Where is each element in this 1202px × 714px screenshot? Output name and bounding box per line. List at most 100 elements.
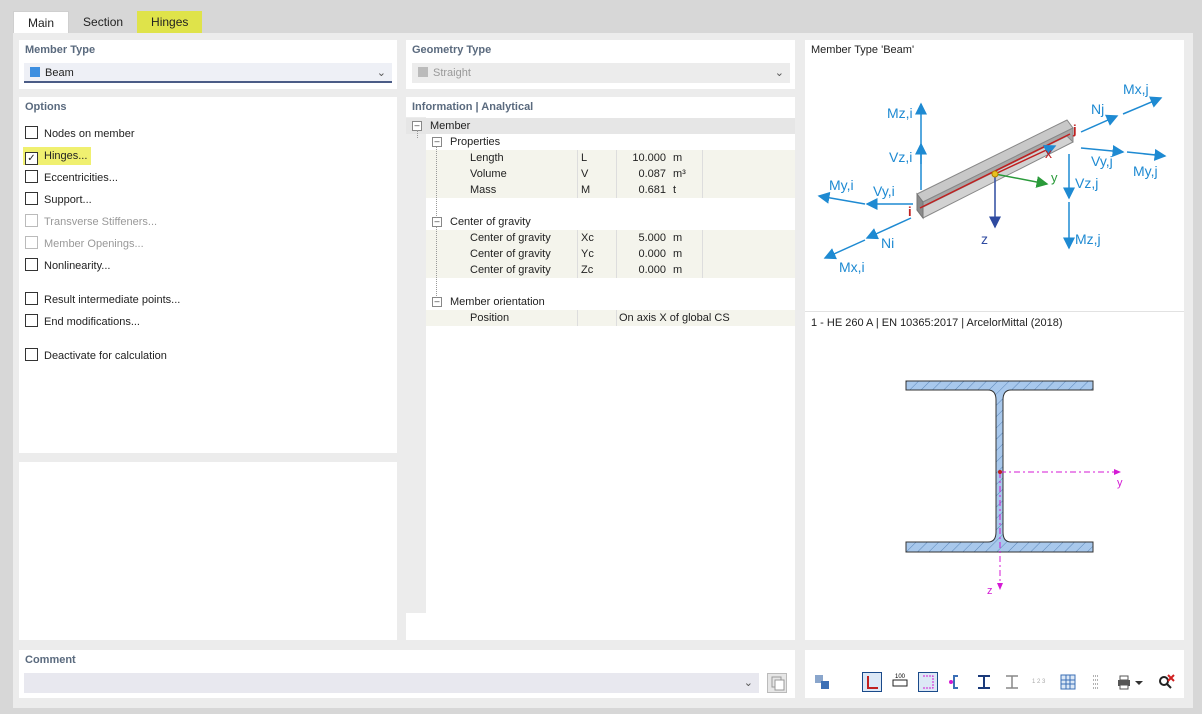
comment-title: Comment — [25, 654, 76, 666]
option-end-modifications[interactable]: End modifications... — [25, 313, 140, 331]
prop-value: 10.000 — [632, 152, 666, 164]
geometry-type-panel: Geometry Type Straight ⌄ — [406, 40, 795, 89]
collapse-icon[interactable]: – — [432, 137, 442, 147]
dimensions-icon[interactable]: 100 — [890, 672, 910, 692]
tab-main[interactable]: Main — [13, 11, 70, 34]
numbering-icon[interactable]: 1 2 3 — [1030, 672, 1050, 692]
option-eccentricities[interactable]: Eccentricities... — [25, 169, 118, 187]
checkbox — [25, 236, 38, 249]
section-outline-icon[interactable] — [862, 672, 882, 692]
prop-symbol: V — [581, 168, 589, 180]
prop-value: 0.000 — [638, 248, 666, 260]
tree-root-label: Member — [430, 120, 471, 132]
close-search-icon[interactable] — [1156, 672, 1176, 692]
grid-icon[interactable] — [1058, 672, 1078, 692]
option-label: Result intermediate points... — [44, 294, 181, 306]
prop-value: 0.000 — [638, 264, 666, 276]
hinge-detail-panel — [19, 462, 397, 640]
checkbox[interactable] — [25, 170, 38, 183]
cross-section-drawing: y z — [905, 380, 1123, 597]
tab-section[interactable]: Section — [69, 11, 137, 33]
axes-icon[interactable] — [918, 672, 938, 692]
y-axis-label: y — [1051, 170, 1058, 185]
section-z-label: z — [987, 585, 993, 597]
checkbox[interactable] — [25, 314, 38, 327]
list-icon[interactable] — [1086, 672, 1106, 692]
vzi-label: Vz,i — [889, 149, 912, 165]
vzj-label: Vz,j — [1075, 175, 1098, 191]
option-nonlinearity[interactable]: Nonlinearity... — [25, 257, 110, 275]
checkbox-checked[interactable]: ✓ — [25, 152, 38, 165]
mzj-label: Mz,j — [1075, 231, 1101, 247]
prop-symbol: M — [581, 184, 591, 196]
prop-name: Length — [470, 152, 504, 164]
member-type-panel: Member Type Beam ⌄ — [19, 40, 397, 89]
option-hinges[interactable]: ✓ Hinges... — [23, 147, 92, 165]
collapse-icon[interactable]: – — [432, 217, 442, 227]
tab-bar: Main Section Hinges — [13, 11, 203, 34]
checkbox[interactable] — [25, 258, 38, 271]
prop-symbol: Zc — [581, 264, 594, 276]
chevron-down-icon: ⌄ — [774, 67, 784, 79]
geometry-type-select[interactable]: Straight ⌄ — [412, 63, 790, 83]
option-label: Member Openings... — [44, 238, 144, 250]
collapse-icon[interactable]: – — [432, 297, 442, 307]
prop-unit: t — [673, 184, 677, 196]
checkbox[interactable] — [25, 192, 38, 205]
group-center-of-gravity: Center of gravity — [450, 216, 531, 228]
prop-name: Center of gravity — [470, 264, 551, 276]
centroid-icon[interactable] — [946, 672, 966, 692]
info-title: Information | Analytical — [412, 101, 534, 113]
option-result-intermediate-points[interactable]: Result intermediate points... — [25, 291, 180, 309]
options-panel: Options Nodes on member ✓ Hinges... Eccen… — [19, 97, 397, 453]
prop-unit: m — [673, 152, 683, 164]
checkbox[interactable] — [25, 348, 38, 361]
option-transverse-stiffeners: Transverse Stiffeners... — [25, 213, 157, 231]
col-divider — [616, 310, 617, 326]
prop-unit: m — [673, 232, 683, 244]
prop-name: Center of gravity — [470, 248, 551, 260]
option-nodes-on-member[interactable]: Nodes on member — [25, 125, 135, 143]
member-type-select[interactable]: Beam ⌄ — [24, 63, 392, 83]
col-divider — [577, 150, 578, 198]
member-type-value: Beam — [45, 67, 74, 79]
myj-label: My,j — [1133, 163, 1158, 179]
checkbox[interactable] — [25, 292, 38, 305]
group-properties: Properties — [450, 136, 501, 148]
i-section-outline-icon[interactable] — [1002, 672, 1022, 692]
z-axis-label: z — [981, 231, 988, 247]
option-support[interactable]: Support... — [25, 191, 92, 209]
member-type-title: Member Type — [25, 44, 96, 56]
checkbox[interactable] — [25, 126, 38, 139]
prop-value: 0.681 — [638, 184, 666, 196]
chevron-down-icon[interactable]: ⌄ — [744, 673, 753, 693]
print-dropdown-icon[interactable] — [1134, 672, 1144, 692]
info-swap-icon[interactable] — [812, 672, 832, 692]
myi-label: My,i — [829, 177, 854, 193]
print-icon[interactable] — [1114, 672, 1134, 692]
prop-value: 5.000 — [638, 232, 666, 244]
geometry-type-value: Straight — [433, 67, 471, 79]
i-section-icon[interactable] — [974, 672, 994, 692]
col-divider — [702, 230, 703, 278]
svg-text:1 2 3: 1 2 3 — [1032, 679, 1046, 685]
option-label: End modifications... — [44, 316, 140, 328]
copy-icon[interactable] — [767, 673, 787, 693]
beam-color-swatch — [30, 67, 40, 77]
svg-text:100: 100 — [895, 674, 906, 680]
preview-panel: Member Type 'Beam' 1 - HE 260 A | EN 103… — [805, 40, 1184, 640]
nj-label: Nj — [1091, 101, 1104, 117]
prop-symbol: Yc — [581, 248, 594, 260]
tab-hinges[interactable]: Hinges — [137, 11, 203, 33]
options-title: Options — [25, 101, 67, 113]
tree-line — [417, 130, 418, 138]
node-j-label: j — [1072, 122, 1077, 137]
mzi-label: Mz,i — [887, 105, 913, 121]
col-divider — [577, 230, 578, 278]
geometry-type-title: Geometry Type — [412, 44, 492, 56]
tree-gutter — [406, 117, 426, 613]
comment-input[interactable]: ⌄ — [24, 673, 759, 693]
chevron-down-icon[interactable]: ⌄ — [377, 63, 386, 83]
comment-panel: Comment ⌄ — [19, 650, 795, 698]
option-deactivate[interactable]: Deactivate for calculation — [25, 347, 167, 365]
